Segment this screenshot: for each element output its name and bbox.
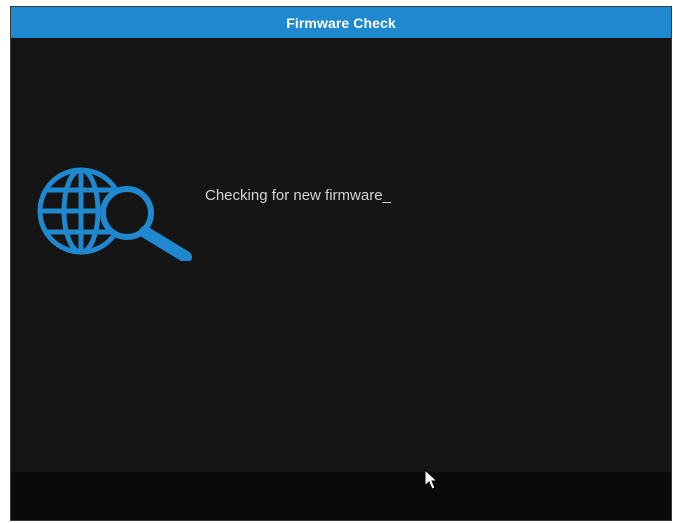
mouse-cursor-icon: [424, 469, 438, 490]
dialog-content: Checking for new firmware_: [11, 38, 671, 472]
dialog-title: Firmware Check: [286, 14, 396, 31]
dialog-footer: [11, 472, 671, 520]
status-message: Checking for new firmware_: [205, 187, 391, 204]
dialog-title-bar: Firmware Check: [11, 7, 671, 38]
globe-search-icon: [37, 167, 192, 261]
firmware-check-dialog: Firmware Check Checking for new firmware…: [10, 6, 672, 521]
